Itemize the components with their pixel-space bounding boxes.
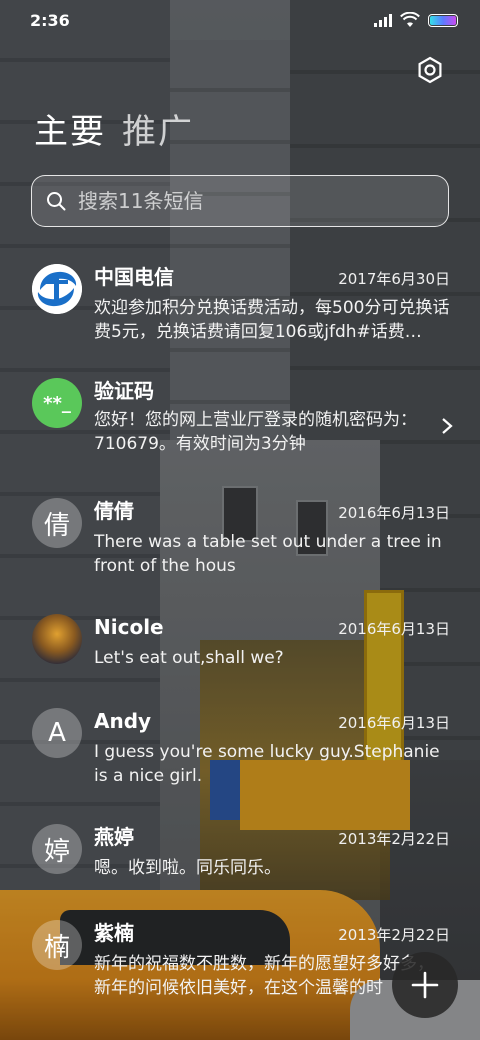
message-preview: There was a table set out under a tree i… [94,532,442,576]
message-preview: 欢迎参加积分兑换话费活动，每500分可兑换话费5元，兑换话费请回复106或jfd… [94,298,450,342]
avatar: **_ [32,378,82,428]
message-preview: Let's eat out,shall we? [94,648,284,668]
tab-primary[interactable]: 主要 [34,108,106,156]
message-preview: I guess you're some lucky guy.Stephanie … [94,742,440,786]
message-preview: 嗯。收到啦。同乐同乐。 [94,858,281,878]
message-date: 2016年6月13日 [338,714,450,732]
settings-icon[interactable] [416,56,444,84]
message-date: 2017年6月30日 [338,270,450,288]
avatar: 倩 [32,498,82,548]
search-input[interactable] [78,189,448,213]
battery-icon [428,13,458,27]
contact-name: 紫楠 [94,921,134,945]
message-date: 2016年6月13日 [338,620,450,638]
contact-name: Andy [94,709,152,733]
message-date: 2013年2月22日 [338,926,450,944]
avatar: A [32,708,82,758]
avatar: 楠 [32,920,82,970]
contact-name: 中国电信 [94,265,174,289]
conversation-list: 中国电信 2017年6月30日 欢迎参加积分兑换话费活动，每500分可兑换话费5… [0,254,480,1016]
china-telecom-logo [32,264,82,314]
avatar: 婷 [32,824,82,874]
conversation-item[interactable]: 婷 燕婷 2013年2月22日 嗯。收到啦。同乐同乐。 [0,814,480,910]
message-date: 2013年2月22日 [338,830,450,848]
contact-name: 燕婷 [94,825,134,849]
contact-name: Nicole [94,615,164,639]
avatar-text: **_ [43,392,71,414]
conversation-item[interactable]: 中国电信 2017年6月30日 欢迎参加积分兑换话费活动，每500分可兑换话费5… [0,254,480,368]
avatar-text: 婷 [43,836,70,867]
avatar-text: A [48,718,66,748]
avatar-photo [32,614,82,664]
message-date: 2016年6月13日 [338,504,450,522]
conversation-item[interactable]: 倩 倩倩 2016年6月13日 There was a table set ou… [0,488,480,604]
signal-icon [374,13,392,27]
status-time: 2:36 [30,11,70,30]
search-icon [47,192,66,211]
message-preview: 您好！您的网上营业厅登录的随机密码为：710679。有效时间为3分钟 [94,410,417,454]
contact-name: 验证码 [94,379,154,403]
chevron-right-icon[interactable] [440,416,454,436]
plus-icon [411,971,439,999]
tab-promotions[interactable]: 推广 [122,108,194,156]
conversation-item[interactable]: Nicole 2016年6月13日 Let's eat out,shall we… [0,604,480,698]
avatar-text: 倩 [43,510,70,541]
wifi-icon [400,12,420,27]
avatar-text: 楠 [43,932,70,963]
tab-bar: 主要 推广 [34,108,194,156]
contact-name: 倩倩 [94,499,134,523]
compose-button[interactable] [392,952,458,1018]
conversation-item[interactable]: **_ 验证码 您好！您的网上营业厅登录的随机密码为：710679。有效时间为3… [0,368,480,488]
search-bar[interactable] [31,175,449,227]
conversation-item[interactable]: A Andy 2016年6月13日 I guess you're some lu… [0,698,480,814]
status-bar: 2:36 [0,0,480,40]
